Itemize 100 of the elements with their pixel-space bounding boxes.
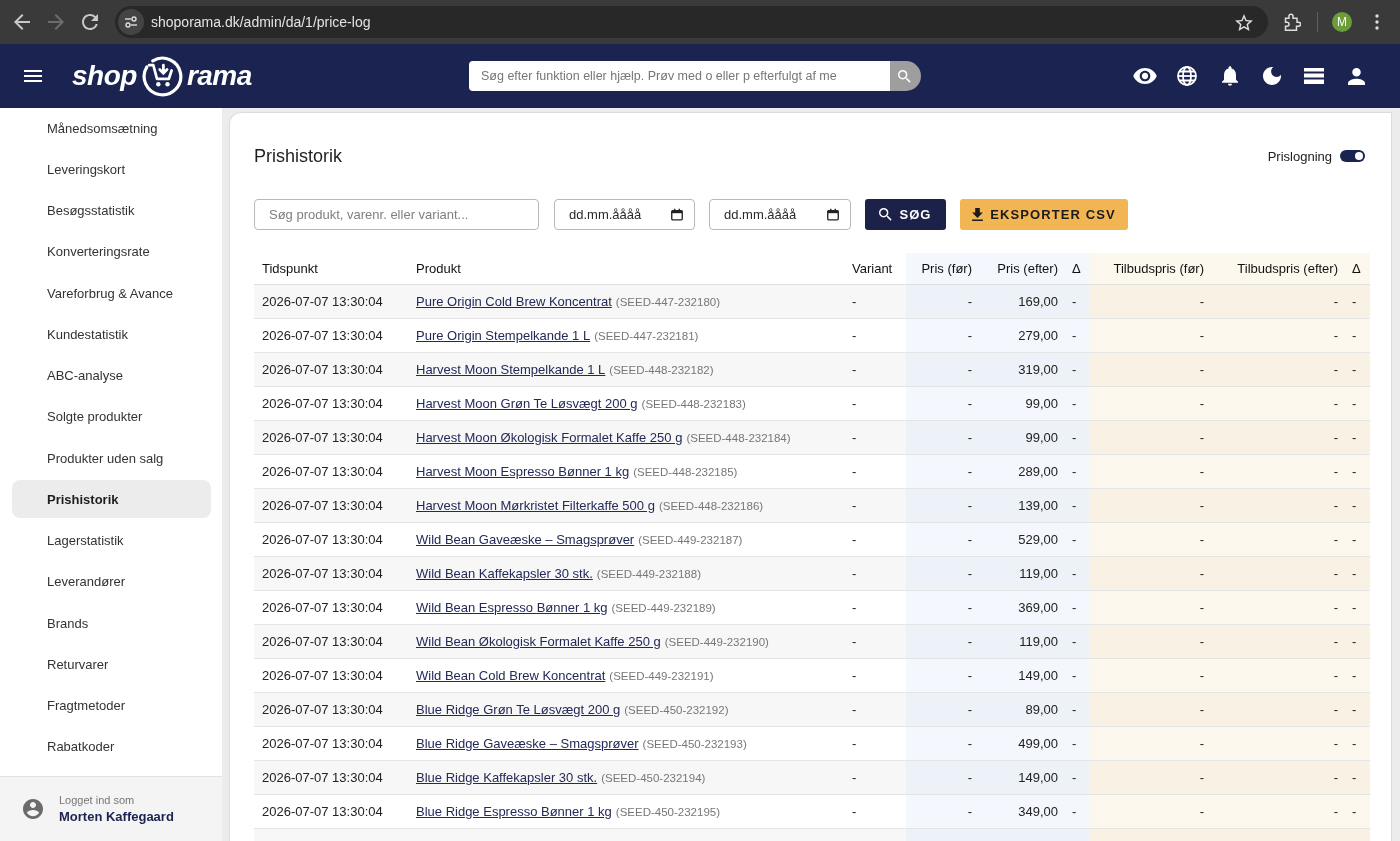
sidebar-item[interactable]: Prishistorik	[12, 480, 211, 519]
table-cell: 2026-07-07 13:30:04	[254, 726, 408, 760]
table-cell: -	[844, 556, 906, 590]
table-cell: -	[1066, 454, 1090, 488]
table-cell: -	[1066, 420, 1090, 454]
sku-text: (SEED-448-232184)	[686, 431, 791, 444]
table-cell: -	[1066, 352, 1090, 386]
search-field[interactable]: Søg produkt, varenr. eller variant...	[254, 199, 539, 230]
sidebar-item[interactable]: Leverandører	[12, 562, 211, 601]
table-cell: -	[906, 658, 980, 692]
table-cell: -	[1090, 284, 1212, 318]
product-link[interactable]: Blue Ridge Espresso Bønner 1 kg	[416, 803, 612, 819]
sidebar-item[interactable]: Månedsomsætning	[12, 109, 211, 147]
menu-icon[interactable]	[24, 70, 42, 82]
sidebar-item[interactable]: Konverteringsrate	[12, 232, 211, 271]
product-link[interactable]: Blue Ridge Kaffekapsler 30 stk.	[416, 769, 598, 785]
table-cell: -	[1346, 488, 1370, 522]
table-cell: -	[1066, 556, 1090, 590]
table-cell: -	[1090, 522, 1212, 556]
product-link[interactable]: Wild Bean Gaveæske – Smagsprøver	[416, 531, 635, 547]
sidebar-item[interactable]: Lagerstatistik	[12, 521, 211, 560]
product-link[interactable]: Harvest Moon Stempelkande 1 L	[416, 361, 606, 377]
sidebar-item[interactable]: Returvarer	[12, 645, 211, 684]
product-link[interactable]: Wild Bean Kaffekapsler 30 stk.	[416, 565, 593, 581]
export-button[interactable]: EKSPORTER CSV	[960, 199, 1128, 230]
table-cell: 279,00	[980, 318, 1066, 352]
table-cell: -	[1090, 352, 1212, 386]
sidebar-item[interactable]: Produkter uden salg	[12, 439, 211, 477]
eye-icon[interactable]	[1132, 68, 1157, 84]
bell-icon[interactable]	[1221, 66, 1238, 86]
date-field[interactable]: dd.mm.åååå	[554, 199, 695, 230]
product-link[interactable]: Pure Origin Cold Brew Koncentrat	[416, 293, 612, 309]
table-cell: -	[1346, 794, 1370, 828]
table-cell: -	[906, 624, 980, 658]
kebab-menu-icon[interactable]	[1375, 14, 1379, 30]
table-cell: -	[1066, 692, 1090, 726]
table-cell: 2026-07-07 13:30:04	[254, 318, 408, 352]
table-cell: -	[1212, 692, 1346, 726]
table-cell: -	[1212, 420, 1346, 454]
table-cell: -	[1346, 386, 1370, 420]
date-field[interactable]: dd.mm.åååå	[709, 199, 851, 230]
table-cell: 169,00	[980, 284, 1066, 318]
product-link[interactable]: Wild Bean Cold Brew Koncentrat	[416, 667, 606, 683]
table-cell: -	[844, 726, 906, 760]
back-arrow-icon[interactable]	[14, 14, 30, 30]
sku-text: (SEED-448-232186)	[658, 499, 764, 512]
url-text: shoporama.dk/admin/da/1/price-log	[151, 14, 371, 30]
sku-text: (SEED-447-232180)	[615, 295, 720, 308]
product-link[interactable]: Harvest Moon Mørkristet Filterkaffe 500 g	[416, 497, 655, 513]
sidebar-item[interactable]: Besøgsstatistik	[12, 191, 211, 230]
sidebar-item[interactable]: Vareforbrug & Avance	[12, 274, 211, 312]
search-field[interactable]: Søg efter funktion eller hjælp. Prøv med o eller p efterfulgt af me	[469, 61, 890, 91]
person-icon[interactable]	[1348, 67, 1366, 85]
table-cell: 2026-07-07 13:30:04	[254, 556, 408, 590]
search-button[interactable]: SØG	[865, 199, 946, 230]
download-icon	[972, 208, 984, 221]
table-cell: -	[1346, 522, 1370, 556]
sliders-icon[interactable]	[118, 9, 144, 35]
address-bar[interactable]: shoporama.dk/admin/da/1/price-log	[115, 6, 1268, 38]
globe-icon[interactable]	[1177, 66, 1198, 86]
table-cell: -	[906, 590, 980, 624]
search-button[interactable]	[890, 61, 921, 91]
sidebar-item[interactable]: Rabatkoder	[12, 727, 211, 766]
puzzle-icon[interactable]	[1284, 13, 1301, 31]
sidebar-item[interactable]: Fragtmetoder	[12, 686, 211, 725]
table-cell: 2026-07-07 13:30:04	[254, 454, 408, 488]
product-link[interactable]: Blue Ridge Grøn Te Løsvægt 200 g	[416, 701, 621, 717]
product-link[interactable]: Wild Bean Espresso Bønner 1 kg	[416, 599, 608, 615]
sidebar-item[interactable]: Solgte produkter	[12, 397, 211, 436]
moon-icon[interactable]	[1263, 67, 1281, 85]
logo-wordmark: rama	[186, 59, 252, 93]
table-cell: -	[844, 284, 906, 318]
product-link[interactable]: Harvest Moon Grøn Te Løsvægt 200 g	[416, 395, 638, 411]
table-cell: 2026-07-07 13:30:04	[254, 590, 408, 624]
table-cell: -	[844, 590, 906, 624]
sidebar-item[interactable]: ABC-analyse	[12, 356, 211, 395]
toggle-switch[interactable]	[1340, 150, 1365, 162]
table-cell: -	[1346, 556, 1370, 590]
stacked-bars-icon[interactable]	[1304, 68, 1325, 84]
product-link[interactable]: Pure Origin Stempelkande 1 L	[416, 327, 591, 343]
product-link[interactable]: Blue Ridge Gaveæske – Smagsprøver	[416, 735, 639, 751]
table-cell: 119,00	[980, 556, 1066, 590]
calendar-icon[interactable]	[671, 208, 683, 221]
sidebar-item[interactable]: Brands	[12, 604, 211, 642]
table-cell: -	[906, 284, 980, 318]
star-icon[interactable]	[1235, 13, 1253, 31]
table-cell: -	[1212, 590, 1346, 624]
table-cell: -	[1346, 590, 1370, 624]
product-link[interactable]: Harvest Moon Økologisk Formalet Kaffe 250 g	[416, 429, 683, 445]
product-link[interactable]: Wild Bean Økologisk Formalet Kaffe 250 g	[416, 633, 661, 649]
reload-icon[interactable]	[82, 14, 98, 30]
table-cell: -	[1346, 726, 1370, 760]
calendar-icon[interactable]	[827, 208, 839, 221]
table-cell: -	[844, 692, 906, 726]
table-cell: 2026-07-07 13:30:04	[254, 794, 408, 828]
table-cell: -	[1346, 352, 1370, 386]
sidebar-item[interactable]: Kundestatistik	[12, 315, 211, 354]
product-link[interactable]: Harvest Moon Espresso Bønner 1 kg	[416, 463, 630, 479]
sidebar-item[interactable]: Leveringskort	[12, 150, 211, 189]
sku-text: (SEED-449-232187)	[638, 533, 743, 546]
